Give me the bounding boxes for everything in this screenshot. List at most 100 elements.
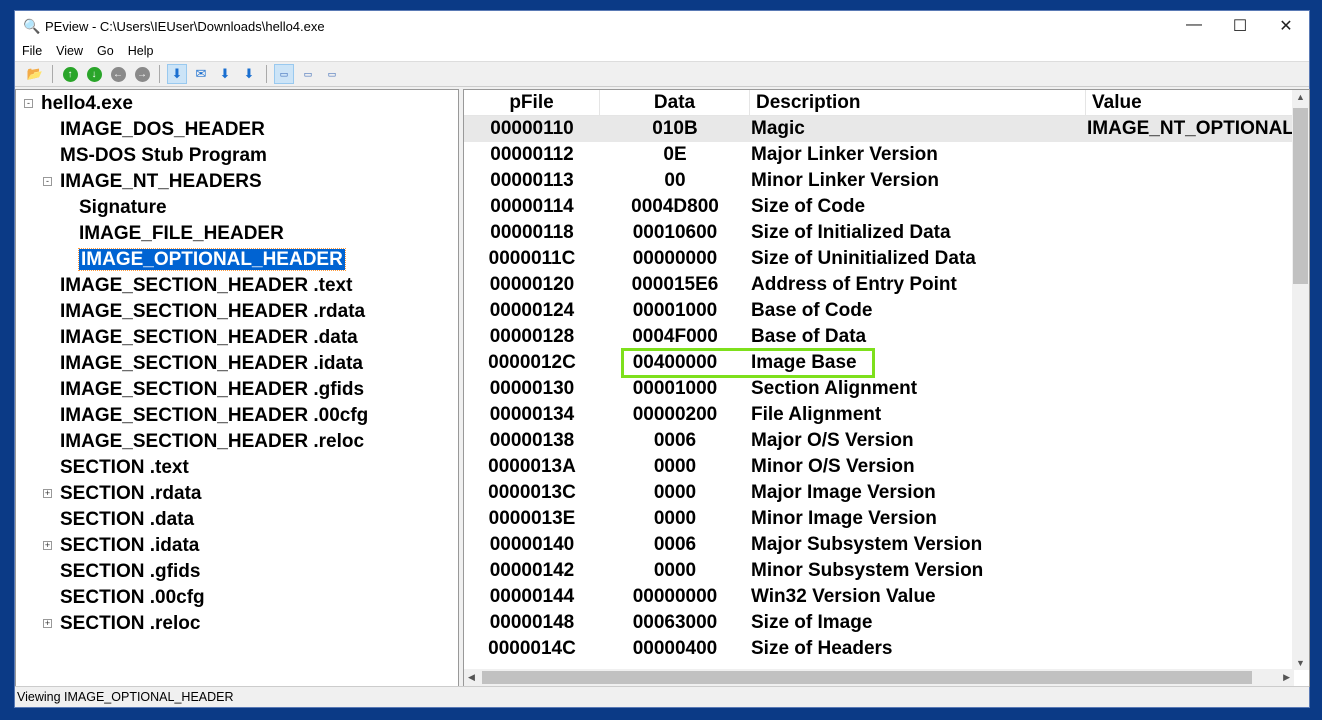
expand-icon[interactable]: + [43, 541, 52, 550]
table-row[interactable]: 00000144 00000000 Win32 Version Value [464, 584, 1294, 610]
description-cell: Win32 Version Value [751, 586, 936, 607]
column-data[interactable]: Data [600, 90, 750, 116]
horizontal-scrollbar[interactable]: ◀ ▶ [464, 669, 1294, 686]
maximize-button[interactable]: ☐ [1217, 16, 1263, 36]
up-button[interactable]: ↑ [60, 64, 80, 84]
word-view-button[interactable]: ▭ [298, 64, 318, 84]
table-row[interactable]: 00000138 0006 Major O/S Version [464, 428, 1294, 454]
tree-item[interactable]: IMAGE_OPTIONAL_HEADER [78, 247, 346, 273]
tree-item[interactable]: SECTION .00cfg [60, 585, 205, 611]
table-row[interactable]: 00000118 00010600 Size of Initialized Data [464, 220, 1294, 246]
scroll-thumb[interactable] [1293, 108, 1308, 284]
back-button[interactable]: ← [108, 64, 128, 84]
data-cell: 010B [652, 118, 698, 139]
up-arrow-icon: ↑ [62, 66, 78, 82]
close-button[interactable]: ✕ [1263, 16, 1309, 36]
tree-item[interactable]: IMAGE_SECTION_HEADER .00cfg [60, 403, 368, 429]
tree-item[interactable]: SECTION .gfids [60, 559, 200, 585]
down-button[interactable]: ↓ [84, 64, 104, 84]
menu-view[interactable]: View [49, 44, 90, 58]
table-row[interactable]: 00000113 00 Minor Linker Version [464, 168, 1294, 194]
tree-item[interactable]: + SECTION .reloc [43, 611, 200, 637]
forward-button[interactable]: → [132, 64, 152, 84]
menu-help[interactable]: Help [121, 44, 161, 58]
byte-view-button[interactable]: ▭ [274, 64, 294, 84]
menu-go[interactable]: Go [90, 44, 121, 58]
tree-item[interactable]: SECTION .data [60, 507, 194, 533]
table-row[interactable]: 0000013E 0000 Minor Image Version [464, 506, 1294, 532]
scroll-thumb[interactable] [482, 671, 1252, 684]
table-row[interactable]: 00000124 00001000 Base of Code [464, 298, 1294, 324]
tree-item-label: IMAGE_SECTION_HEADER .idata [60, 353, 363, 374]
collapse-icon[interactable]: - [24, 99, 33, 108]
view-mode-3-button[interactable]: ⬇ [215, 64, 235, 84]
table-row[interactable]: 0000013A 0000 Minor O/S Version [464, 454, 1294, 480]
table-row[interactable]: 0000014C 00000400 Size of Headers [464, 636, 1294, 662]
minimize-button[interactable]: — [1171, 16, 1217, 36]
collapse-icon[interactable]: - [43, 177, 52, 186]
tree-item[interactable]: - hello4.exe [24, 91, 133, 117]
table-row[interactable]: 00000142 0000 Minor Subsystem Version [464, 558, 1294, 584]
tree-item[interactable]: IMAGE_SECTION_HEADER .data [60, 325, 358, 351]
back-arrow-icon: ← [110, 66, 126, 82]
tree-item[interactable]: IMAGE_SECTION_HEADER .idata [60, 351, 363, 377]
pfile-cell: 00000130 [489, 378, 575, 399]
column-pfile[interactable]: pFile [464, 90, 600, 116]
column-description[interactable]: Description [750, 90, 1086, 116]
data-cell: 0E [663, 144, 687, 165]
description-cell: Minor Subsystem Version [751, 560, 984, 581]
tree-item[interactable]: + SECTION .rdata [43, 481, 201, 507]
table-row[interactable]: 0000012C 00400000 Image Base [464, 350, 1294, 376]
tree-item[interactable]: IMAGE_SECTION_HEADER .text [60, 273, 352, 299]
column-value[interactable]: Value [1086, 90, 1306, 116]
table-row[interactable]: 0000011C 00000000 Size of Uninitialized Da… [464, 246, 1294, 272]
table-row[interactable]: 00000130 00001000 Section Alignment [464, 376, 1294, 402]
tree-item[interactable]: IMAGE_SECTION_HEADER .rdata [60, 299, 365, 325]
table-row[interactable]: 00000112 0E Major Linker Version [464, 142, 1294, 168]
menu-file[interactable]: File [15, 44, 49, 58]
table-row[interactable]: 00000110 010B Magic IMAGE_NT_OPTIONAL_HDR32… [464, 116, 1309, 142]
expand-icon[interactable]: + [43, 619, 52, 628]
pfile-cell: 0000012C [488, 352, 576, 373]
table-row[interactable]: 00000134 00000200 File Alignment [464, 402, 1294, 428]
data-cell: 00000400 [632, 638, 718, 659]
tree-item[interactable]: Signature [79, 195, 167, 221]
data-cell: 00 [664, 170, 686, 191]
tree-item-label: IMAGE_DOS_HEADER [60, 119, 265, 140]
table-row[interactable]: 00000140 0006 Major Subsystem Version [464, 532, 1294, 558]
data-cell: 000015E6 [631, 274, 719, 295]
dword-view-button[interactable]: ▭ [322, 64, 342, 84]
tree-item[interactable]: IMAGE_FILE_HEADER [79, 221, 284, 247]
view-mode-1-button[interactable]: ⬇ [167, 64, 187, 84]
description-cell: Major Image Version [751, 482, 936, 503]
data-cell: 0004F000 [632, 326, 718, 347]
tree-item[interactable]: + SECTION .idata [43, 533, 199, 559]
pfile-cell: 0000014C [488, 638, 576, 659]
view-mode-4-button[interactable]: ⬇ [239, 64, 259, 84]
tree-item[interactable]: IMAGE_SECTION_HEADER .gfids [60, 377, 364, 403]
table-row[interactable]: 00000120 000015E6 Address of Entry Point [464, 272, 1294, 298]
vertical-scrollbar[interactable]: ▲ ▼ [1292, 90, 1309, 670]
pfile-cell: 00000148 [489, 612, 575, 633]
value-cell: IMAGE_NT_OPTIONAL_HDR32_MAGIC [1087, 118, 1309, 139]
table-row[interactable]: 00000128 0004F000 Base of Data [464, 324, 1294, 350]
open-button[interactable]: 📂 [25, 64, 45, 84]
table-row[interactable]: 00000114 0004D800 Size of Code [464, 194, 1294, 220]
description-cell: Size of Uninitialized Data [751, 248, 976, 269]
description-cell: Base of Code [751, 300, 873, 321]
view-mode-2-button[interactable]: ✉ [191, 64, 211, 84]
title-bar: 🔍 PEview - C:\Users\IEUser\Downloads\hel… [15, 11, 1309, 41]
data-cell: 00001000 [632, 378, 718, 399]
table-row[interactable]: 0000013C 0000 Major Image Version [464, 480, 1294, 506]
table-row[interactable]: 00000148 00063000 Size of Image [464, 610, 1294, 636]
tree-item[interactable]: IMAGE_DOS_HEADER [60, 117, 265, 143]
tree-item[interactable]: - IMAGE_NT_HEADERS [43, 169, 262, 195]
tree-item[interactable]: SECTION .text [60, 455, 189, 481]
app-icon: 🔍 [23, 18, 41, 34]
pfile-cell: 00000120 [489, 274, 575, 295]
expand-icon[interactable]: + [43, 489, 52, 498]
description-cell: Major O/S Version [751, 430, 914, 451]
tree-item[interactable]: IMAGE_SECTION_HEADER .reloc [60, 429, 364, 455]
pfile-cell: 00000118 [490, 222, 574, 243]
tree-item[interactable]: MS-DOS Stub Program [60, 143, 267, 169]
